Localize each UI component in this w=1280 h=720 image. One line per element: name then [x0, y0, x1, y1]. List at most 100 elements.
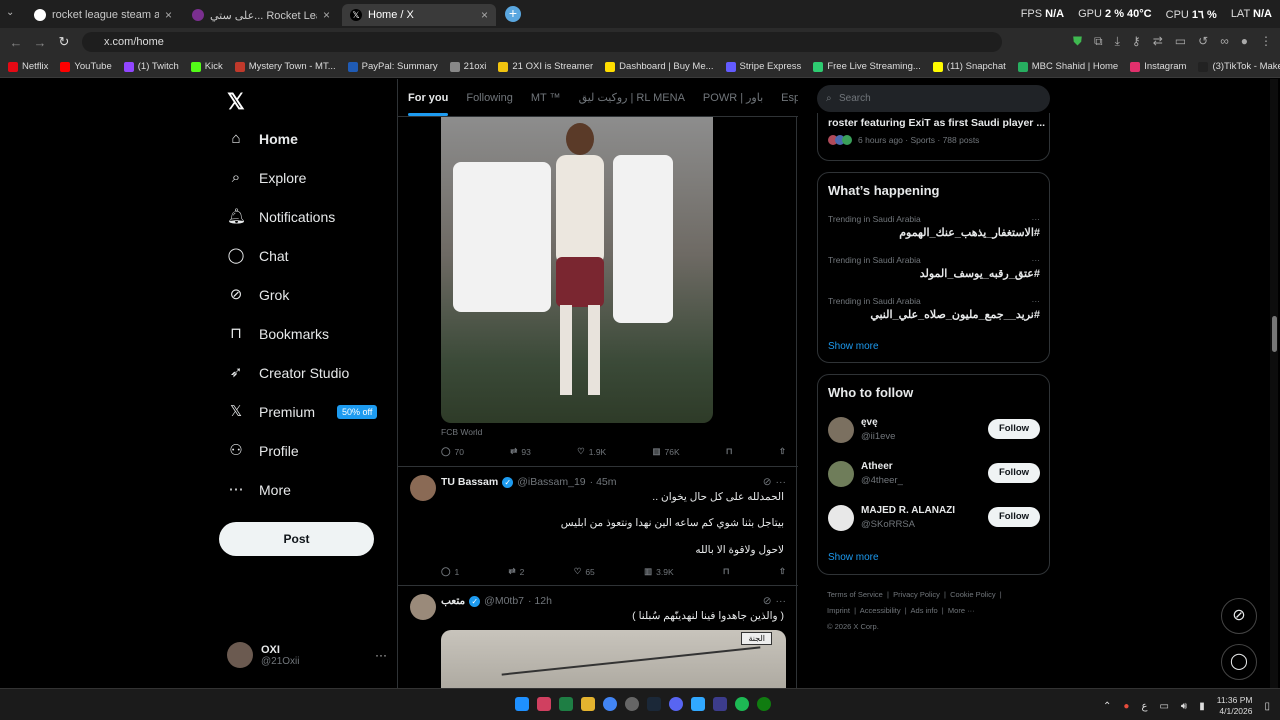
author-name[interactable]: متعب [441, 595, 465, 607]
bookmark-item[interactable]: Instagram [1130, 61, 1186, 72]
views-button[interactable]: ▥ 3.9K [644, 566, 674, 577]
x-logo-icon[interactable]: 𝕏 [227, 89, 245, 115]
trend-more-icon[interactable]: ··· [1032, 255, 1041, 265]
app-icon[interactable] [713, 697, 727, 711]
follow-button[interactable]: Follow [988, 507, 1040, 527]
app-icon[interactable] [537, 697, 551, 711]
author-name[interactable]: TU Bassam [441, 476, 498, 488]
share-button[interactable]: ⇧ [779, 566, 786, 577]
battery-icon[interactable]: ▮ [1199, 701, 1205, 712]
news-card[interactable]: roster featuring ExiT as first Saudi pla… [817, 113, 1050, 161]
photoshop-icon[interactable] [691, 697, 705, 711]
xbox-icon[interactable] [757, 697, 771, 711]
bookmark-item[interactable]: Mystery Town - MT... [234, 61, 336, 72]
post-button[interactable]: Post [219, 522, 374, 556]
reply-button[interactable]: ◯ 70 [441, 446, 464, 457]
bookmark-item[interactable]: (1) Twitch [123, 61, 179, 72]
discord-icon[interactable] [669, 697, 683, 711]
repost-button[interactable]: ⇄ 2 [509, 566, 525, 577]
bookmark-item[interactable]: Kick [190, 61, 223, 72]
nav-explore[interactable]: ⌕ Explore [227, 169, 307, 187]
network-icon[interactable]: ▭ [1159, 701, 1168, 712]
trend-more-icon[interactable]: ··· [1032, 214, 1041, 224]
tab-home-x[interactable]: 𝕏 Home / X × [342, 4, 496, 26]
nav-notifications[interactable]: 🔔︎ Notifications [227, 208, 335, 226]
nav-home[interactable]: ⌂ Home [227, 130, 297, 148]
bookmark-item[interactable]: Free Live Streaming... [813, 61, 921, 72]
footer-more-link[interactable]: More ··· [948, 606, 975, 615]
reply-button[interactable]: ◯ 1 [441, 566, 459, 577]
footer-link[interactable]: Ads info [911, 606, 938, 615]
url-field[interactable]: x.com/home [82, 32, 1002, 52]
follow-suggestion[interactable]: MAJED R. ALANAZI @SKoRRSA Follow [828, 505, 1040, 535]
profile-avatar-icon[interactable]: ● [1241, 34, 1248, 49]
avatar[interactable] [410, 594, 436, 620]
excel-icon[interactable] [559, 697, 573, 711]
language-indicator[interactable]: ع [1141, 701, 1147, 712]
bookmark-item[interactable]: YouTube [60, 61, 112, 72]
scrollbar[interactable] [1270, 79, 1278, 688]
bookmark-item[interactable]: 21 OXI is Streamer [498, 61, 593, 72]
link-icon[interactable]: ∞ [1220, 34, 1229, 49]
grok-icon[interactable]: ⊘ [763, 595, 772, 607]
volume-icon[interactable]: 🔊︎ [1181, 701, 1187, 712]
new-tab-button[interactable]: + [505, 6, 521, 22]
account-more-icon[interactable]: ··· [375, 648, 387, 662]
close-tab-icon[interactable]: × [323, 8, 330, 22]
repost-button[interactable]: ⇄ 93 [510, 446, 531, 457]
trend-item[interactable]: Trending in Saudi Arabia ··· #عتق_رقبه_يو… [828, 255, 1040, 280]
puzzle-icon[interactable]: ⧉ [1094, 34, 1103, 49]
views-button[interactable]: ▥ 76K [653, 446, 680, 457]
translate-icon[interactable]: ⇄ [1153, 34, 1163, 49]
reload-icon[interactable]: ↻ [52, 34, 76, 50]
trend-item[interactable]: Trending in Saudi Arabia ··· #نريد__جمع_م… [828, 296, 1040, 321]
folder-icon[interactable] [581, 697, 595, 711]
tweet-image[interactable] [441, 117, 713, 423]
clock[interactable]: 11:36 PM 4/1/2026 [1217, 695, 1253, 717]
spotify-icon[interactable] [735, 697, 749, 711]
tab-search-icon[interactable]: ⌄ [6, 7, 14, 18]
tab-rocket-league-search[interactable]: rocket league steam account ... × [26, 4, 180, 26]
tab-rl-mena[interactable]: روكيت ليق | RL MENA [579, 91, 685, 104]
back-icon[interactable]: ← [4, 35, 28, 50]
follow-suggestion[interactable]: Atheer @4theer_ Follow [828, 461, 1040, 491]
tweet-more-icon[interactable]: ··· [776, 595, 787, 607]
menu-icon[interactable]: ⋮ [1260, 34, 1272, 49]
follow-button[interactable]: Follow [988, 419, 1040, 439]
chrome-icon[interactable] [603, 697, 617, 711]
nav-chat[interactable]: ◯ Chat [227, 247, 289, 265]
follow-suggestion[interactable]: ęvę @ii1eve Follow [828, 417, 1040, 447]
footer-link[interactable]: Privacy Policy [893, 590, 940, 599]
mic-icon[interactable]: ● [1123, 701, 1129, 712]
grok-fab-icon[interactable]: ⊘ [1221, 598, 1257, 634]
tab-for-you[interactable]: For you [408, 92, 449, 116]
nav-grok[interactable]: ⊘ Grok [227, 286, 290, 304]
nav-more[interactable]: ⋯ More [227, 481, 291, 499]
footer-link[interactable]: Cookie Policy [950, 590, 995, 599]
bookmark-item[interactable]: PayPal: Summary [347, 61, 438, 72]
tweet-more-icon[interactable]: ··· [776, 476, 787, 488]
bookmark-button[interactable]: ⊓ [723, 566, 730, 577]
tweet-image[interactable]: الجنة [441, 630, 786, 688]
history-icon[interactable]: ↺ [1198, 34, 1208, 49]
footer-link[interactable]: Accessibility [860, 606, 901, 615]
tab-esports[interactable]: Espor [781, 92, 798, 104]
tab-powr[interactable]: POWR | باور [703, 91, 763, 104]
share-button[interactable]: ⇧ [779, 446, 786, 457]
show-more-link[interactable]: Show more [828, 341, 879, 352]
trend-item[interactable]: Trending in Saudi Arabia ··· #الاستغفار_ي… [828, 214, 1040, 239]
shield-icon[interactable]: ⛊ [1073, 34, 1082, 49]
key-icon[interactable]: ⚷ [1132, 34, 1141, 49]
card-source[interactable]: FCB World [441, 427, 482, 437]
notifications-icon[interactable]: ▯ [1264, 701, 1270, 712]
footer-link[interactable]: Terms of Service [827, 590, 883, 599]
close-tab-icon[interactable]: × [481, 8, 488, 22]
bookmark-item[interactable]: Stripe Express [725, 61, 801, 72]
bookmark-item[interactable]: (3)TikTok - Make Yo... [1198, 61, 1280, 72]
download-icon[interactable]: ⤓ [1115, 34, 1120, 49]
tweet-time[interactable]: · 45m [590, 476, 617, 488]
bookmark-button[interactable]: ⊓ [726, 446, 733, 457]
wallet-icon[interactable]: ▭ [1175, 34, 1186, 49]
author-handle[interactable]: @M0tb7 [484, 595, 524, 607]
settings-icon[interactable] [625, 697, 639, 711]
